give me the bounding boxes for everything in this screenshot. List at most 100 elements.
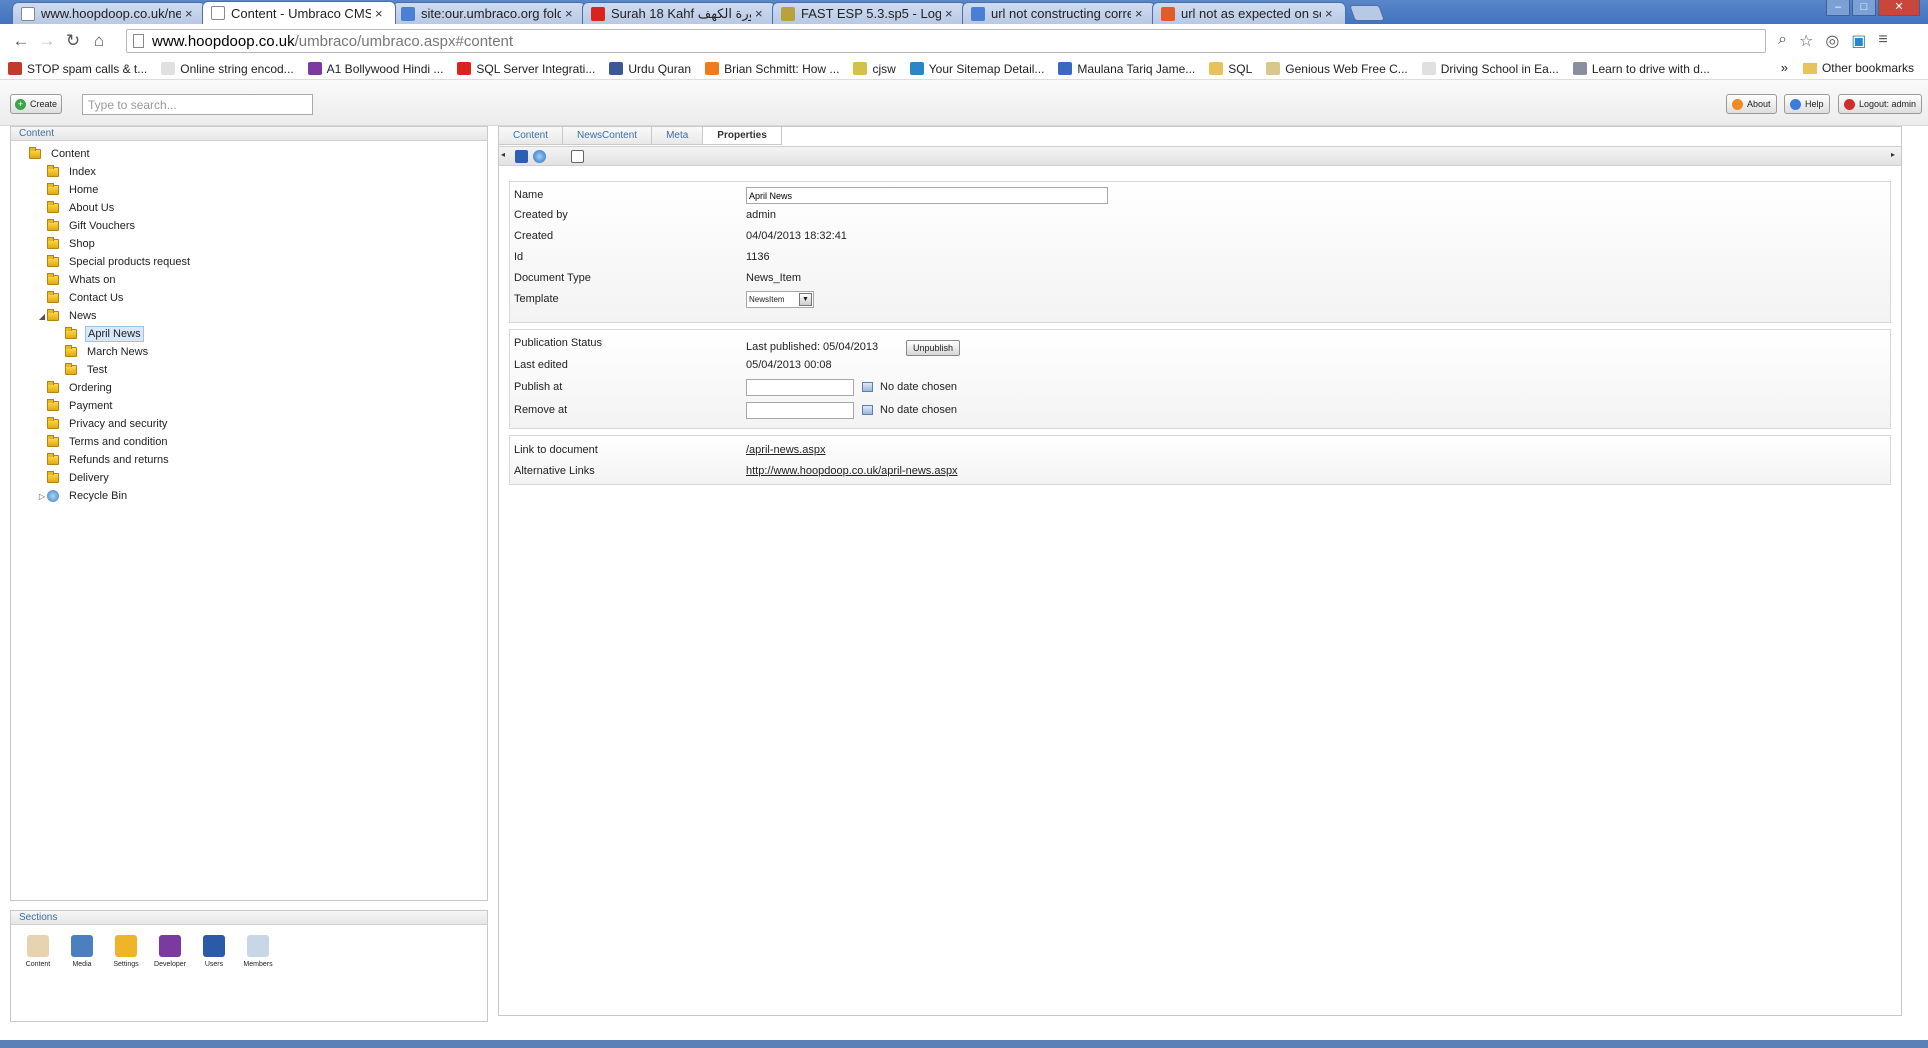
- tree-node[interactable]: ◢ News: [19, 307, 487, 325]
- browser-tab[interactable]: www.hoopdoop.co.uk/ne ×: [12, 2, 206, 24]
- alternative-link[interactable]: http://www.hoopdoop.co.uk/april-news.asp…: [746, 465, 958, 477]
- tab-meta[interactable]: Meta: [652, 127, 704, 145]
- home-icon[interactable]: ⌂: [86, 28, 112, 54]
- other-bookmarks[interactable]: Other bookmarks: [1802, 61, 1914, 75]
- browser-tab[interactable]: Surah 18 Kahf سورة الكهف ×: [582, 2, 776, 24]
- minimize-button[interactable]: –: [1826, 0, 1850, 16]
- scroll-right-icon[interactable]: ▸: [1891, 150, 1895, 159]
- tree-node[interactable]: Special products request: [19, 253, 487, 271]
- browser-tab[interactable]: url not constructing corre ×: [962, 2, 1156, 24]
- bookmark-item[interactable]: Online string encod...: [161, 62, 294, 76]
- tab-close-icon[interactable]: ×: [1135, 6, 1147, 21]
- tree-node[interactable]: Whats on: [19, 271, 487, 289]
- tree-node[interactable]: Content: [19, 145, 487, 163]
- search-icon[interactable]: ⌕: [1778, 31, 1787, 51]
- browser-tab[interactable]: site:our.umbraco.org fold ×: [392, 2, 586, 24]
- create-button[interactable]: + Create: [10, 94, 62, 114]
- tree-node[interactable]: Payment: [19, 397, 487, 415]
- tab-close-icon[interactable]: ×: [755, 6, 767, 21]
- publish-at-input[interactable]: [746, 379, 854, 396]
- address-bar[interactable]: www.hoopdoop.co.uk/umbraco/umbraco.aspx#…: [126, 29, 1766, 53]
- search-input[interactable]: [82, 94, 313, 115]
- logout-button[interactable]: Logout: admin: [1838, 94, 1923, 114]
- calendar-icon[interactable]: [862, 405, 873, 415]
- about-button[interactable]: About: [1726, 94, 1777, 114]
- tree-node[interactable]: Index: [19, 163, 487, 181]
- browser-tab[interactable]: FAST ESP 5.3.sp5 - Logs ×: [772, 2, 966, 24]
- translate-icon[interactable]: ▣: [1851, 31, 1866, 51]
- tree-node[interactable]: ▷ Recycle Bin: [19, 487, 487, 505]
- tree-node-label: Content: [51, 148, 90, 160]
- help-button[interactable]: Help: [1784, 94, 1830, 114]
- bookmark-item[interactable]: Maulana Tariq Jame...: [1058, 62, 1195, 76]
- expand-arrow-icon[interactable]: ◢: [37, 312, 47, 321]
- tab-close-icon[interactable]: ×: [945, 6, 957, 21]
- section-label: Content: [25, 961, 51, 968]
- template-select[interactable]: NewsItem ▼: [746, 291, 814, 308]
- bookmark-item[interactable]: Genious Web Free C...: [1266, 62, 1408, 76]
- scroll-left-icon[interactable]: ◂: [501, 150, 505, 159]
- section-users[interactable]: Users: [199, 935, 229, 968]
- forward-icon[interactable]: →: [34, 28, 60, 54]
- bookmark-item[interactable]: STOP spam calls & t...: [8, 62, 147, 76]
- tab-close-icon[interactable]: ×: [185, 6, 197, 21]
- calendar-icon[interactable]: [862, 382, 873, 392]
- bookmark-item[interactable]: Your Sitemap Detail...: [909, 62, 1044, 76]
- back-icon[interactable]: ←: [8, 28, 34, 54]
- save-icon[interactable]: [515, 150, 528, 163]
- bookmark-item[interactable]: Urdu Quran: [609, 62, 691, 76]
- bookmark-item[interactable]: A1 Bollywood Hindi ...: [307, 62, 443, 76]
- tree-node[interactable]: Contact Us: [19, 289, 487, 307]
- tree-node[interactable]: Gift Vouchers: [19, 217, 487, 235]
- bookmark-label: SQL: [1228, 61, 1253, 76]
- tab-close-icon[interactable]: ×: [375, 6, 387, 21]
- window-close-button[interactable]: ✕: [1878, 0, 1920, 16]
- tab-close-icon[interactable]: ×: [565, 6, 577, 21]
- tree-node[interactable]: April News: [19, 325, 487, 343]
- section-media[interactable]: Media: [67, 935, 97, 968]
- tree-node[interactable]: About Us: [19, 199, 487, 217]
- save-and-publish-icon[interactable]: [533, 150, 546, 163]
- expand-arrow-icon[interactable]: ▷: [37, 492, 47, 501]
- star-icon[interactable]: ☆: [1799, 31, 1813, 51]
- section-members[interactable]: Members: [243, 935, 273, 968]
- tree-node[interactable]: Home: [19, 181, 487, 199]
- tree-node[interactable]: March News: [19, 343, 487, 361]
- extension-icon[interactable]: ◎: [1825, 31, 1839, 51]
- bookmark-item[interactable]: cjsw: [853, 62, 896, 76]
- bookmark-item[interactable]: Driving School in Ea...: [1421, 62, 1559, 76]
- tab-properties[interactable]: Properties: [703, 127, 782, 145]
- tab-content[interactable]: Content: [499, 127, 564, 145]
- browser-tab[interactable]: Content - Umbraco CMS ×: [202, 1, 396, 24]
- bookmark-item[interactable]: SQL: [1209, 62, 1252, 76]
- document-link[interactable]: /april-news.aspx: [746, 444, 825, 456]
- unpublish-button[interactable]: Unpublish: [906, 340, 960, 356]
- tree-node[interactable]: Privacy and security: [19, 415, 487, 433]
- preview-icon[interactable]: [571, 150, 584, 163]
- reload-icon[interactable]: ↻: [60, 28, 86, 54]
- section-settings[interactable]: Settings: [111, 935, 141, 968]
- bookmark-item[interactable]: Learn to drive with d...: [1572, 62, 1710, 76]
- maximize-button[interactable]: □: [1852, 0, 1876, 16]
- tree-node[interactable]: Shop: [19, 235, 487, 253]
- remove-at-input[interactable]: [746, 402, 854, 419]
- browser-tabstrip: www.hoopdoop.co.uk/ne × Content - Umbraco …: [0, 0, 1928, 24]
- browser-tab[interactable]: url not as expected on sec ×: [1152, 2, 1346, 24]
- tree-node[interactable]: Delivery: [19, 469, 487, 487]
- new-tab-button[interactable]: [1349, 5, 1385, 21]
- tab-newscontent[interactable]: NewsContent: [563, 127, 653, 145]
- tree-node-label: Delivery: [69, 472, 109, 484]
- menu-icon[interactable]: ≡: [1878, 31, 1887, 51]
- tree-node[interactable]: Refunds and returns: [19, 451, 487, 469]
- create-label: Create: [30, 99, 58, 109]
- bookmark-item[interactable]: SQL Server Integrati...: [457, 62, 595, 76]
- tree-node[interactable]: Ordering: [19, 379, 487, 397]
- tree-node[interactable]: Test: [19, 361, 487, 379]
- section-content[interactable]: Content: [23, 935, 53, 968]
- section-developer[interactable]: Developer: [154, 935, 186, 968]
- bookmarks-more[interactable]: »: [1781, 60, 1788, 75]
- name-field[interactable]: [746, 187, 1108, 204]
- tree-node[interactable]: Terms and condition: [19, 433, 487, 451]
- bookmark-item[interactable]: Brian Schmitt: How ...: [705, 62, 839, 76]
- tab-close-icon[interactable]: ×: [1325, 6, 1337, 21]
